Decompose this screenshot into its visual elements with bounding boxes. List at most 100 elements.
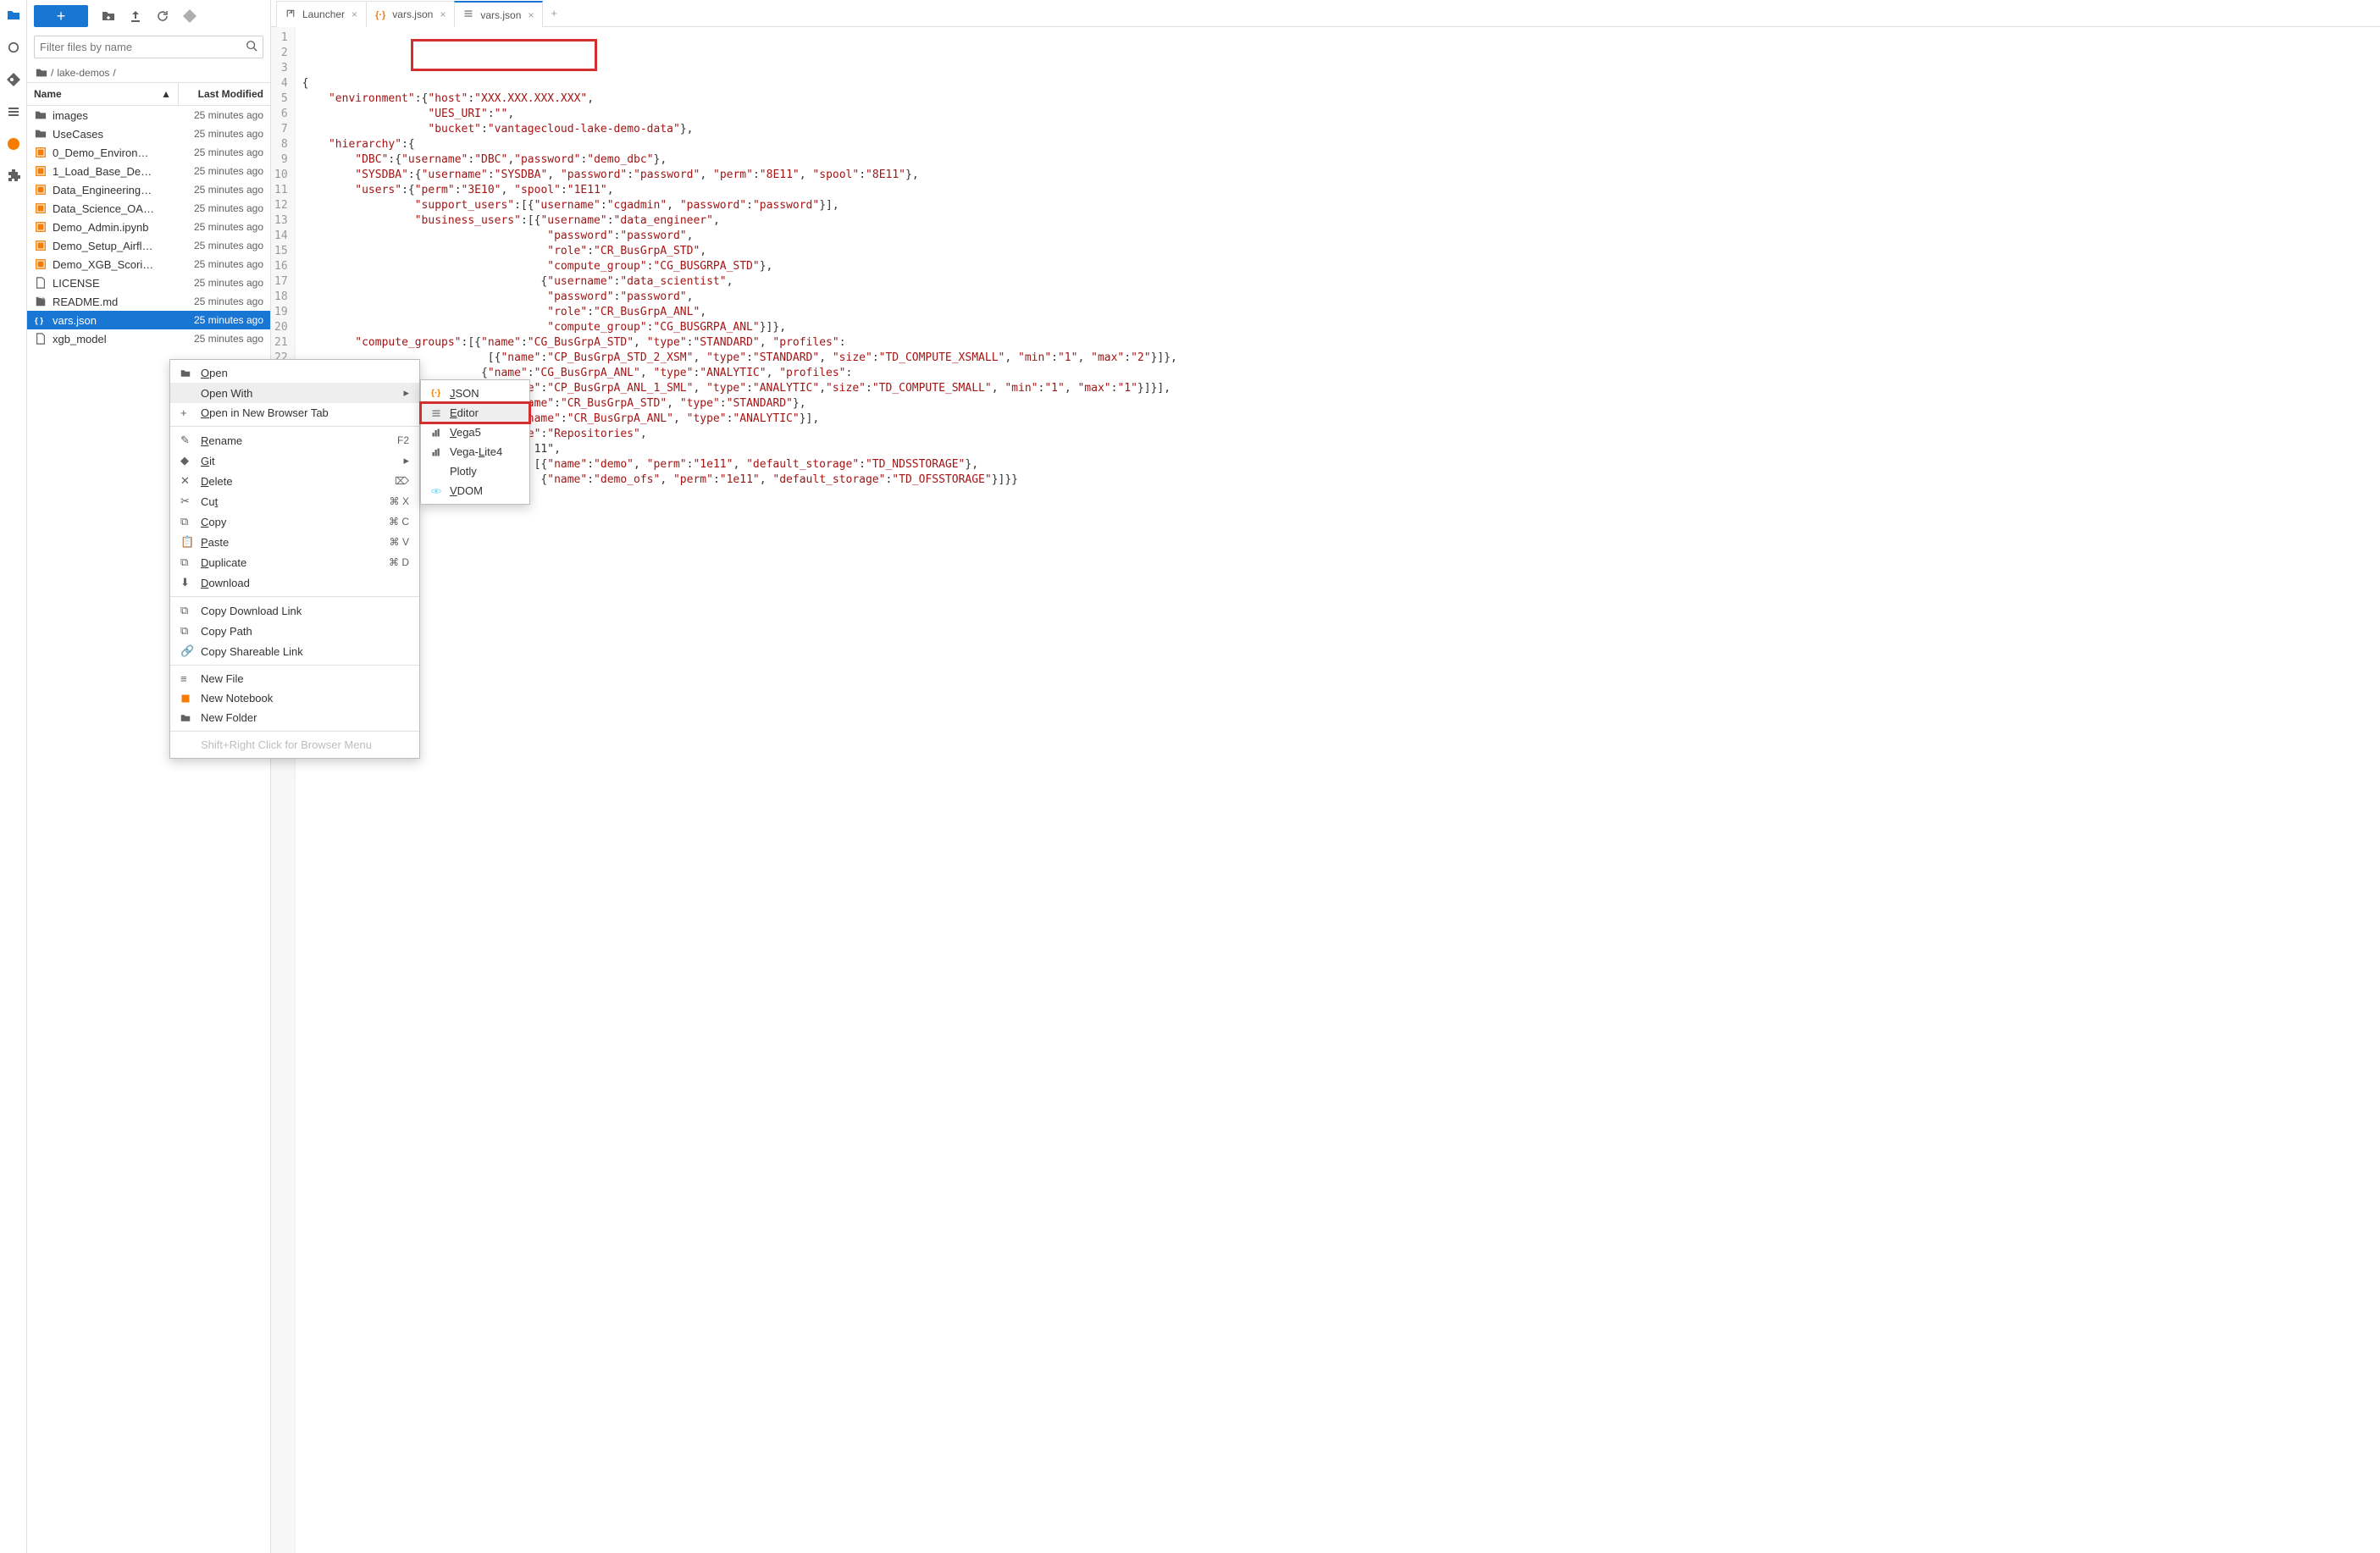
separator (170, 731, 419, 732)
activity-circle-icon[interactable] (5, 39, 22, 56)
file-name: 1_Load_Base_De… (53, 165, 172, 178)
line-gutter: 1234567891011121314151617181920212223242… (271, 27, 296, 1553)
context-menu-item[interactable]: +Open in New Browser Tab (170, 403, 419, 423)
context-menu-item[interactable]: ◆Git▸ (170, 450, 419, 471)
context-menu-item[interactable]: ⧉Copy Download Link (170, 600, 419, 621)
submenu-label: Vega5 (450, 426, 481, 439)
cut-icon: ✂ (180, 495, 192, 508)
context-menu-item[interactable]: ✕Delete⌦ (170, 471, 419, 491)
crumb-folder: lake-demos (57, 67, 109, 79)
context-menu-item[interactable]: ⧉Copy Path (170, 621, 419, 641)
shortcut: ⌘ D (389, 556, 409, 568)
file-name: xgb_model (53, 333, 172, 345)
column-name-header[interactable]: Name▲ (27, 83, 179, 105)
separator (170, 596, 419, 597)
activity-git-icon[interactable] (5, 71, 22, 88)
tab[interactable]: vars.json × (454, 1, 543, 27)
file-name: LICENSE (53, 277, 172, 290)
folder-icon (36, 67, 47, 79)
tab[interactable]: {·}vars.json× (366, 1, 455, 27)
filter-input[interactable] (40, 41, 246, 53)
activity-files-icon[interactable] (5, 7, 22, 24)
chevron-right-icon: ▸ (403, 454, 409, 467)
code-area[interactable]: { "environment":{"host":"XXX.XXX.XXX.XXX… (296, 27, 1184, 1553)
file-row[interactable]: xgb_model25 minutes ago (27, 329, 270, 348)
notebook-icon (34, 220, 47, 234)
activity-bar (0, 0, 27, 1553)
file-list: images25 minutes agoUseCases25 minutes a… (27, 106, 270, 1553)
close-icon[interactable]: × (440, 8, 446, 20)
menu-label: Rename (201, 434, 389, 447)
context-menu-item[interactable]: ⧉Duplicate⌘ D (170, 552, 419, 572)
file-row[interactable]: LICENSE25 minutes ago (27, 274, 270, 292)
refresh-icon[interactable] (156, 9, 169, 23)
new-launcher-button[interactable]: + (34, 5, 88, 27)
file-row[interactable]: 0_Demo_Environ…25 minutes ago (27, 143, 270, 162)
git-icon[interactable] (183, 9, 196, 23)
file-row[interactable]: images25 minutes ago (27, 106, 270, 124)
context-menu-item[interactable]: Open (170, 363, 419, 383)
shortcut: ⌦ (395, 475, 409, 487)
file-row[interactable]: UseCases25 minutes ago (27, 124, 270, 143)
shortcut: ⌘ C (389, 516, 409, 528)
context-menu-item[interactable]: ≡New File (170, 669, 419, 688)
breadcrumb[interactable]: / lake-demos / (27, 64, 270, 82)
notebook-icon (34, 164, 47, 178)
context-menu-item[interactable]: ⧉Copy⌘ C (170, 511, 419, 532)
menu-label: New Folder (201, 711, 409, 724)
code-editor[interactable]: 1234567891011121314151617181920212223242… (271, 27, 2380, 1553)
upload-icon[interactable] (129, 9, 142, 23)
context-menu-item[interactable]: New Folder (170, 708, 419, 727)
submenu-item[interactable]: Plotly (421, 461, 529, 481)
submenu-item[interactable]: Editor (421, 403, 529, 423)
submenu-item[interactable]: Vega-Lite4 (421, 442, 529, 461)
file-modified: 25 minutes ago (172, 314, 263, 326)
file-row[interactable]: Data_Engineering…25 minutes ago (27, 180, 270, 199)
file-modified: 25 minutes ago (172, 146, 263, 158)
new-folder-icon[interactable] (102, 9, 115, 23)
close-icon[interactable]: × (528, 9, 534, 21)
menu-label: Copy Download Link (201, 605, 409, 617)
shortcut: ⌘ V (390, 536, 409, 548)
context-menu-item[interactable]: 🔗 Copy Shareable Link (170, 641, 419, 661)
submenu-item[interactable]: {·}JSON (421, 384, 529, 403)
copy-icon: ⧉ (180, 624, 192, 638)
submenu-item[interactable]: VDOM (421, 481, 529, 500)
tab-label: vars.json (480, 9, 521, 21)
file-row[interactable]: README.md25 minutes ago (27, 292, 270, 311)
menu-label: Open in New Browser Tab (201, 406, 409, 419)
submenu-item[interactable]: Vega5 (421, 423, 529, 442)
file-row[interactable]: Demo_Admin.ipynb25 minutes ago (27, 218, 270, 236)
notebook-icon (34, 257, 47, 271)
new-tab-button[interactable]: + (542, 0, 566, 26)
tab[interactable]: Launcher× (276, 1, 367, 27)
file-row[interactable]: Demo_XGB_Scori…25 minutes ago (27, 255, 270, 274)
activity-ball-icon[interactable] (5, 135, 22, 152)
activity-ext-icon[interactable] (5, 168, 22, 185)
file-row[interactable]: { }vars.json25 minutes ago (27, 311, 270, 329)
column-modified-header[interactable]: Last Modified (179, 83, 270, 105)
context-menu-item[interactable]: ✎RenameF2 (170, 430, 419, 450)
context-menu-item[interactable]: 📋 Paste ⌘ V (170, 532, 419, 552)
context-menu-item[interactable]: ✂Cut⌘ X (170, 491, 419, 511)
paste-icon: 📋 (180, 535, 192, 549)
x-icon: ✕ (180, 474, 192, 488)
file-row[interactable]: 1_Load_Base_De…25 minutes ago (27, 162, 270, 180)
submenu-label: VDOM (450, 484, 483, 497)
context-menu-item[interactable]: Open With▸ (170, 383, 419, 403)
context-menu-item[interactable]: ⬇Download (170, 572, 419, 593)
menu-label: Shift+Right Click for Browser Menu (201, 738, 409, 751)
file-row[interactable]: Data_Science_OA…25 minutes ago (27, 199, 270, 218)
file-name: Data_Engineering… (53, 184, 172, 196)
chart-icon (431, 428, 443, 438)
file-modified: 25 minutes ago (172, 258, 263, 270)
link-icon: 🔗 (180, 644, 192, 658)
file-name: Demo_Admin.ipynb (53, 221, 172, 234)
menu-label: Copy Shareable Link (201, 645, 409, 658)
highlight-box-env (411, 39, 597, 71)
close-icon[interactable]: × (351, 8, 357, 20)
file-row[interactable]: Demo_Setup_Airfl…25 minutes ago (27, 236, 270, 255)
activity-list-icon[interactable] (5, 103, 22, 120)
context-menu-item[interactable]: New Notebook (170, 688, 419, 708)
menu-label: Paste (201, 536, 381, 549)
